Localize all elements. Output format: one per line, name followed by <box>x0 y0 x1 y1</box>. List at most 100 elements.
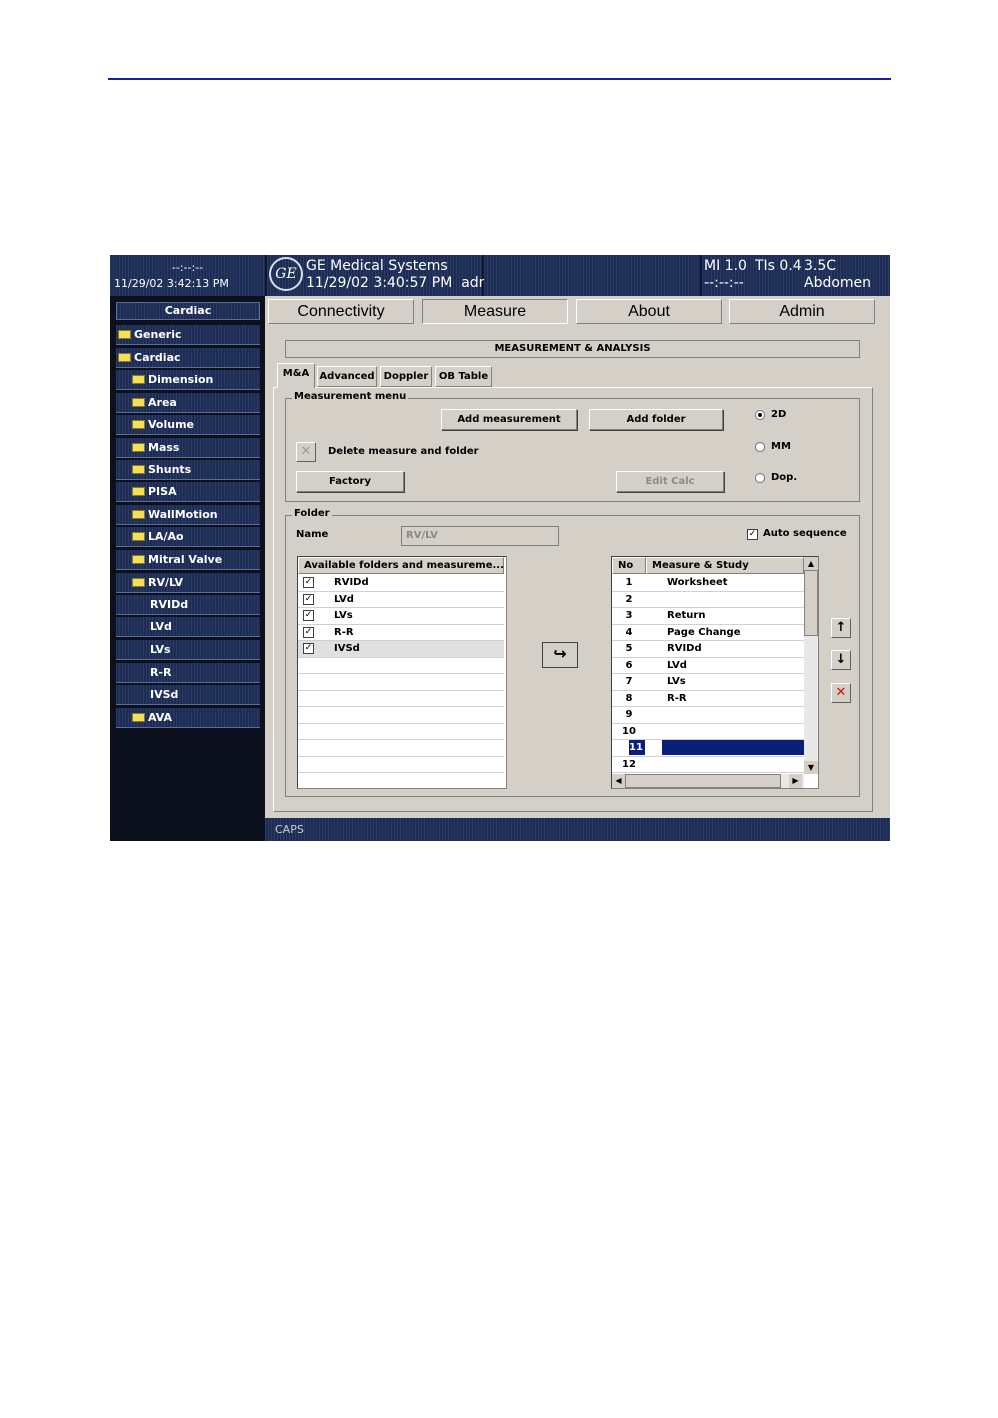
sidebar-item-label: Mass <box>148 441 180 454</box>
sidebar-item[interactable]: IVSd <box>116 685 260 705</box>
sidebar-item[interactable]: Cardiac <box>116 348 260 368</box>
sequence-header-no[interactable]: No <box>612 557 646 574</box>
sequence-header-measure[interactable]: Measure & Study <box>646 557 804 574</box>
table-row[interactable]: 11 <box>612 740 804 757</box>
item-checkbox[interactable]: ✓ <box>303 626 314 638</box>
list-item[interactable] <box>298 691 504 707</box>
list-item[interactable] <box>298 773 504 788</box>
sidebar-item[interactable]: Area <box>116 393 260 413</box>
folder-icon <box>132 578 145 587</box>
list-item[interactable] <box>298 757 504 773</box>
sidebar-item[interactable]: Dimension <box>116 370 260 390</box>
row-label: Worksheet <box>667 577 728 588</box>
sidebar-item[interactable]: PISA <box>116 482 260 502</box>
sidebar-item[interactable]: AVA <box>116 708 260 728</box>
tab-ma[interactable]: M&A <box>277 363 315 388</box>
move-down-icon[interactable]: ↓ <box>831 650 851 670</box>
table-row[interactable]: 8 R-R <box>612 691 804 707</box>
table-row[interactable]: 9 <box>612 707 804 724</box>
table-row[interactable]: 4 Page Change <box>612 625 804 641</box>
available-header[interactable]: Available folders and measureme... <box>298 557 504 574</box>
tab-advanced[interactable]: Advanced <box>317 366 377 387</box>
tab-admin[interactable]: Admin <box>729 299 875 324</box>
tab-measure[interactable]: Measure <box>422 299 568 324</box>
table-row[interactable]: 6 LVd <box>612 658 804 674</box>
sidebar-item[interactable]: LVd <box>116 617 260 637</box>
scroll-up-icon[interactable]: ▲ <box>804 557 818 570</box>
item-checkbox[interactable]: ✓ <box>303 577 314 588</box>
folder-icon <box>132 398 145 407</box>
item-checkbox[interactable]: ✓ <box>303 643 314 654</box>
factory-button[interactable]: Factory <box>296 471 404 492</box>
edit-calc-button[interactable]: Edit Calc <box>616 471 724 492</box>
move-right-icon[interactable]: ↪ <box>542 642 578 668</box>
list-item[interactable] <box>298 658 504 674</box>
folder-icon <box>132 375 145 384</box>
list-item[interactable] <box>298 724 504 740</box>
list-item[interactable] <box>298 707 504 724</box>
vertical-scrollbar[interactable]: ▲ ▼ <box>804 557 818 774</box>
system-datetime: 11/29/02 3:42:13 PM <box>114 277 229 290</box>
radio-2d[interactable] <box>755 410 765 420</box>
row-label: RVIDd <box>667 643 702 654</box>
table-row[interactable]: 5 RVIDd <box>612 641 804 658</box>
sidebar-item[interactable]: LA/Ao <box>116 527 260 547</box>
horizontal-scrollbar[interactable]: ◀ ▶ <box>612 774 804 788</box>
row-number: 10 <box>622 725 636 737</box>
sidebar-item[interactable]: Generic <box>116 325 260 345</box>
sidebar-item[interactable]: Volume <box>116 415 260 435</box>
item-checkbox[interactable]: ✓ <box>303 610 314 621</box>
sequence-list[interactable]: No Measure & Study 1 Worksheet 2 3 Return 4 Pa… <box>611 556 819 789</box>
list-item[interactable] <box>298 674 504 691</box>
auto-sequence-checkbox[interactable]: ✓ <box>747 529 758 540</box>
sidebar-item[interactable]: Mitral Valve <box>116 550 260 570</box>
scroll-right-icon[interactable]: ▶ <box>789 774 802 788</box>
available-list[interactable]: Available folders and measureme... ✓ RVID… <box>297 556 507 789</box>
sidebar-item[interactable]: Shunts <box>116 460 260 480</box>
clock-placeholder: --:--:-- <box>171 261 204 274</box>
sidebar-item[interactable]: R-R <box>116 663 260 683</box>
folder-icon <box>132 465 145 474</box>
radio-dop[interactable] <box>755 473 765 483</box>
table-row[interactable]: 7 LVs <box>612 674 804 691</box>
ge-logo-icon: GE <box>269 257 303 291</box>
add-folder-button[interactable]: Add folder <box>589 409 723 430</box>
tab-about[interactable]: About <box>576 299 722 324</box>
table-row[interactable]: 2 <box>612 592 804 608</box>
sidebar-item-label: LVs <box>150 643 171 656</box>
tis-sub: --:--:-- <box>704 275 744 291</box>
list-item[interactable]: ✓ RVIDd <box>298 575 504 592</box>
item-checkbox[interactable]: ✓ <box>303 593 314 605</box>
measurement-menu-label: Measurement menu <box>292 391 409 402</box>
sidebar-item[interactable]: LVs <box>116 640 260 660</box>
remove-icon[interactable]: ✕ <box>831 683 851 703</box>
folder-icon <box>132 487 145 496</box>
table-row[interactable]: 10 <box>612 724 804 740</box>
scroll-left-icon[interactable]: ◀ <box>612 774 625 788</box>
scroll-down-icon[interactable]: ▼ <box>804 761 818 774</box>
tab-doppler[interactable]: Doppler <box>380 366 432 387</box>
list-item[interactable] <box>298 740 504 757</box>
move-up-icon[interactable]: ↑ <box>831 618 851 638</box>
radio-mm[interactable] <box>755 442 765 452</box>
sidebar-item[interactable]: RV/LV <box>116 573 260 593</box>
folder-name-field[interactable]: RV/LV <box>401 526 559 546</box>
add-measurement-button[interactable]: Add measurement <box>441 409 577 430</box>
sidebar-item[interactable]: RVIDd <box>116 595 260 615</box>
list-item[interactable]: ✓ LVd <box>298 592 504 608</box>
table-row[interactable]: 12 <box>612 757 804 773</box>
table-row[interactable]: 3 Return <box>612 608 804 625</box>
list-item[interactable]: ✓ IVSd <box>298 641 504 658</box>
sidebar-item[interactable]: Mass <box>116 438 260 458</box>
sidebar-item[interactable]: WallMotion <box>116 505 260 525</box>
list-item[interactable]: ✓ R-R <box>298 625 504 641</box>
tab-ob-table[interactable]: OB Table <box>435 366 492 387</box>
table-row[interactable]: 1 Worksheet <box>612 575 804 592</box>
list-item[interactable]: ✓ LVs <box>298 608 504 625</box>
scroll-thumb[interactable] <box>804 570 818 636</box>
hscroll-thumb[interactable] <box>625 774 781 788</box>
tab-connectivity[interactable]: Connectivity <box>268 299 414 324</box>
folder-icon <box>132 532 145 541</box>
delete-icon[interactable]: ✕ <box>296 442 316 462</box>
row-label: Return <box>667 610 706 621</box>
